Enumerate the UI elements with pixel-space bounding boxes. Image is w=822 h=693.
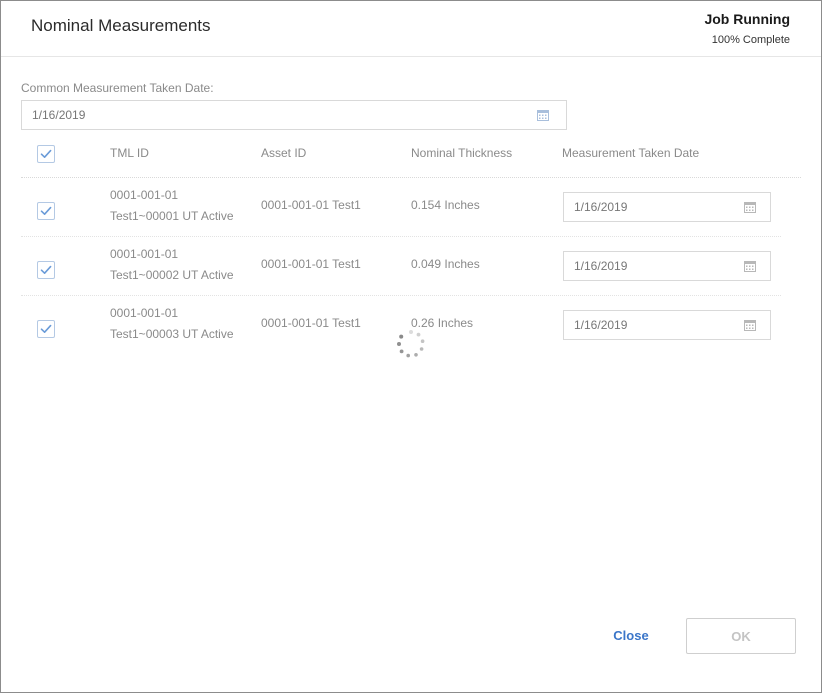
- tml-id-line: 0001-001-01: [110, 188, 179, 202]
- row-checkbox[interactable]: [37, 261, 55, 279]
- row-checkbox[interactable]: [37, 202, 55, 220]
- tml-id-line: 0001-001-01: [110, 306, 179, 320]
- calendar-icon[interactable]: [744, 201, 756, 213]
- check-icon: [40, 149, 52, 158]
- tml-id-cell: 0001-001-01 Test1~00001 UT Active: [110, 185, 234, 227]
- check-icon: [40, 324, 52, 333]
- nominal-thickness-cell: 0.154 Inches: [411, 198, 480, 212]
- tml-id-line: 0001-001-01: [110, 247, 179, 261]
- tml-id-cell: 0001-001-01 Test1~00003 UT Active: [110, 303, 234, 345]
- common-date-input[interactable]: 1/16/2019: [21, 100, 567, 130]
- nominal-thickness-cell: 0.049 Inches: [411, 257, 480, 271]
- spinner-icon: [397, 330, 425, 358]
- column-header-measurement-date: Measurement Taken Date: [562, 146, 700, 160]
- check-icon: [40, 206, 52, 215]
- asset-id-cell: 0001-001-01 Test1: [261, 316, 361, 330]
- nominal-measurements-dialog: Nominal Measurements Job Running 100% Co…: [0, 0, 822, 693]
- calendar-icon[interactable]: [744, 319, 756, 331]
- measurement-date-input[interactable]: 1/16/2019: [563, 251, 771, 281]
- common-date-label: Common Measurement Taken Date:: [21, 81, 214, 95]
- tml-id-cell: 0001-001-01 Test1~00002 UT Active: [110, 244, 234, 286]
- close-button[interactable]: Close: [601, 621, 661, 649]
- measurement-date-input[interactable]: 1/16/2019: [563, 192, 771, 222]
- common-date-value: 1/16/2019: [32, 108, 86, 122]
- asset-id-cell: 0001-001-01 Test1: [261, 257, 361, 271]
- measurement-date-value: 1/16/2019: [574, 318, 628, 332]
- job-progress: 100% Complete: [711, 34, 790, 46]
- measurement-date-value: 1/16/2019: [574, 200, 628, 214]
- ok-button[interactable]: OK: [686, 618, 796, 654]
- measurement-date-value: 1/16/2019: [574, 259, 628, 273]
- tml-id-line: Test1~00001 UT Active: [110, 209, 234, 223]
- row-checkbox[interactable]: [37, 320, 55, 338]
- job-status: Job Running: [704, 11, 790, 27]
- dialog-title: Nominal Measurements: [31, 16, 211, 35]
- check-icon: [40, 265, 52, 274]
- calendar-icon[interactable]: [537, 109, 549, 121]
- dialog-header: Nominal Measurements Job Running 100% Co…: [1, 1, 821, 57]
- table-row: 0001-001-01 Test1~00002 UT Active 0001-0…: [21, 237, 781, 296]
- tml-id-line: Test1~00002 UT Active: [110, 268, 234, 282]
- column-header-asset-id: Asset ID: [261, 146, 307, 160]
- measurement-date-input[interactable]: 1/16/2019: [563, 310, 771, 340]
- column-header-tml-id: TML ID: [110, 146, 149, 160]
- tml-id-line: Test1~00003 UT Active: [110, 327, 234, 341]
- column-header-nominal-thickness: Nominal Thickness: [411, 146, 513, 160]
- select-all-checkbox[interactable]: [37, 145, 55, 163]
- calendar-icon[interactable]: [744, 260, 756, 272]
- table-row: 0001-001-01 Test1~00001 UT Active 0001-0…: [21, 178, 781, 237]
- asset-id-cell: 0001-001-01 Test1: [261, 198, 361, 212]
